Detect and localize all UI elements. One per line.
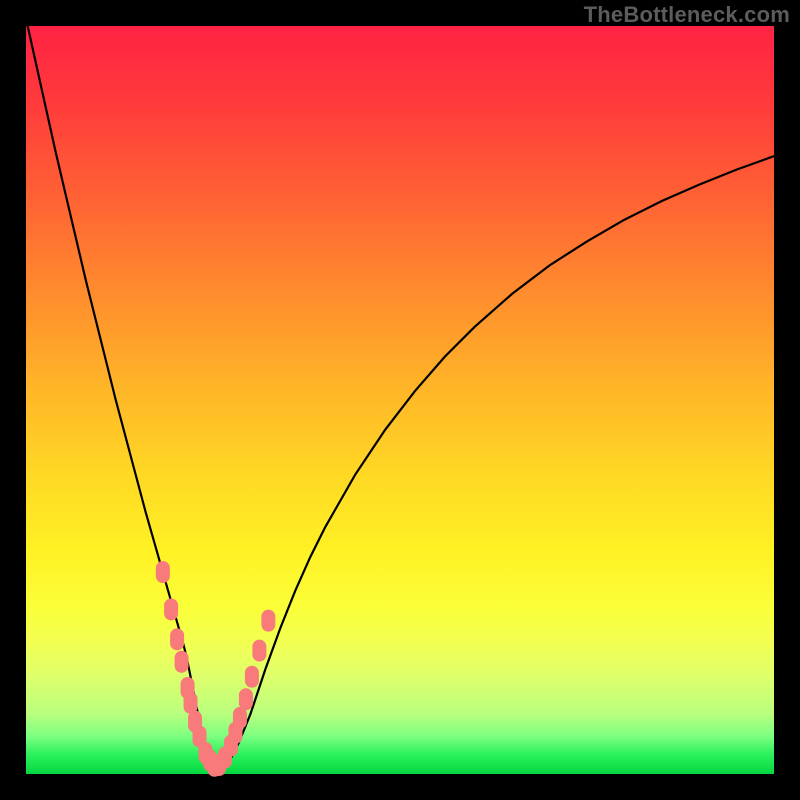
marker-point xyxy=(170,628,184,650)
bottleneck-curve xyxy=(26,19,774,767)
chart-overlay xyxy=(26,26,774,774)
marker-point xyxy=(252,640,266,662)
marker-point xyxy=(175,651,189,673)
marker-group xyxy=(156,561,275,777)
chart-frame: TheBottleneck.com xyxy=(0,0,800,800)
marker-point xyxy=(156,561,170,583)
marker-point xyxy=(261,610,275,632)
marker-point xyxy=(164,598,178,620)
marker-point xyxy=(239,688,253,710)
watermark-text: TheBottleneck.com xyxy=(584,2,790,28)
marker-point xyxy=(245,666,259,688)
marker-point xyxy=(184,692,198,714)
marker-point xyxy=(233,707,247,729)
